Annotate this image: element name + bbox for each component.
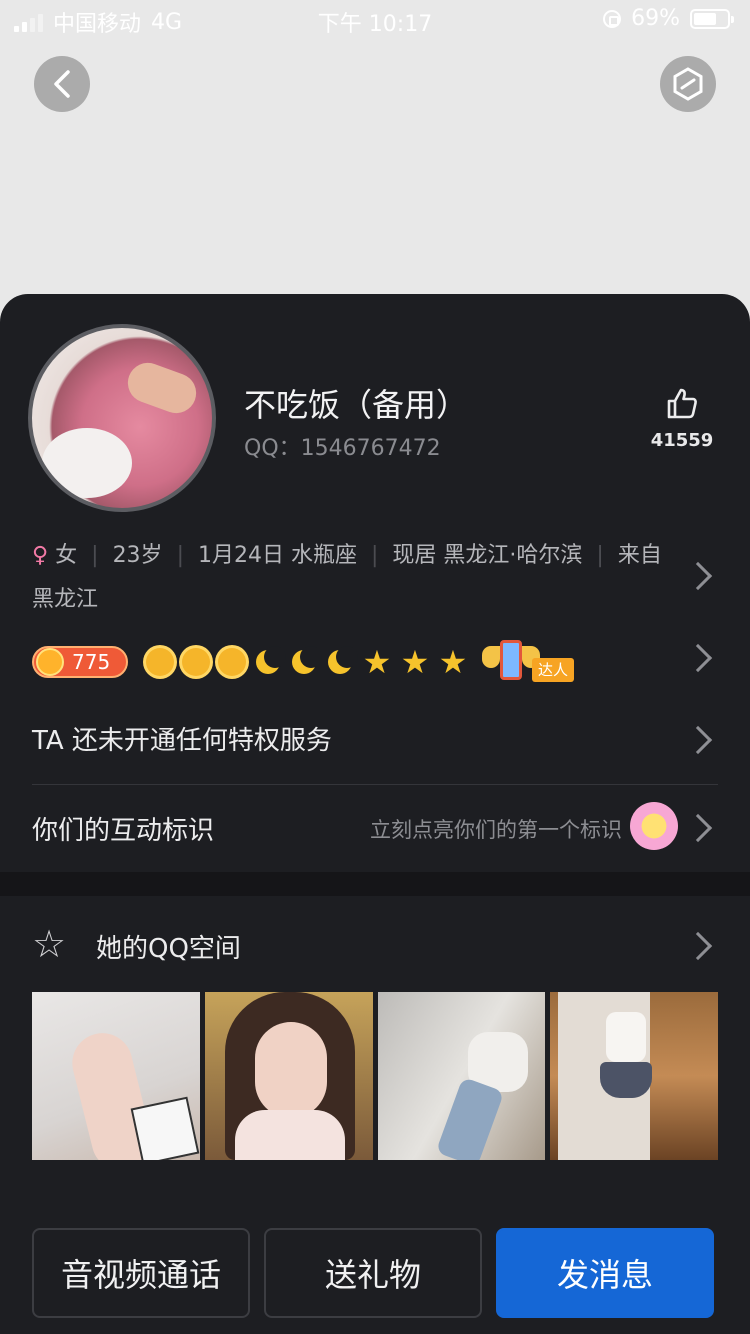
talent-badge: 达人 — [482, 640, 576, 684]
like-button[interactable]: 41559 — [650, 386, 714, 451]
divider: | — [370, 543, 379, 568]
battery-fill — [694, 12, 716, 25]
qq-number: QQ：1546767472 — [244, 436, 441, 461]
photo-detail — [234, 1110, 345, 1160]
privilege-row[interactable]: TA 还未开通任何特权服务 — [32, 698, 718, 778]
qzone-star-icon: ☆ — [32, 922, 67, 966]
star-icon: ★ — [362, 643, 392, 681]
meme-sticker — [130, 1096, 200, 1160]
interaction-label: 你们的互动标识 — [32, 816, 215, 846]
status-bar: 中国移动 4G 下午 10:17 69% — [0, 0, 750, 40]
back-button[interactable] — [34, 56, 90, 112]
chevron-left-icon — [54, 70, 70, 98]
like-count: 41559 — [650, 430, 714, 451]
rotation-lock-icon — [603, 9, 622, 28]
gender-text: 女 — [55, 543, 78, 568]
level-badge: 775 — [32, 646, 128, 678]
level-icons: ★ ★ ★ — [146, 643, 468, 681]
video-call-button[interactable]: 音视频通话 — [32, 1228, 250, 1318]
send-gift-button[interactable]: 送礼物 — [264, 1228, 482, 1318]
chevron-right-icon — [683, 561, 713, 591]
divider: | — [176, 543, 184, 568]
battery-icon — [690, 8, 734, 29]
chevron-right-icon — [683, 931, 713, 961]
female-icon: ♀ — [32, 543, 49, 568]
flame-icon — [36, 648, 64, 676]
qzone-photos — [32, 992, 718, 1160]
phone-icon — [500, 640, 522, 680]
avatar-shade — [42, 428, 132, 498]
more-options-button[interactable] — [660, 56, 716, 112]
status-right: 69% — [603, 6, 734, 31]
divider: | — [91, 543, 99, 568]
section-gap — [0, 872, 750, 896]
sun-icon — [146, 648, 174, 676]
nickname: 不吃饭（备用） — [244, 386, 469, 424]
interaction-hint: 立刻点亮你们的第一个标识 — [370, 818, 622, 842]
level-row[interactable]: 775 ★ ★ ★ 达人 — [32, 640, 692, 684]
moon-icon — [326, 646, 358, 676]
chevron-right-icon — [683, 725, 713, 755]
star-icon: ★ — [400, 643, 430, 681]
interaction-row[interactable]: 你们的互动标识 立刻点亮你们的第一个标识 — [32, 788, 718, 868]
action-bar: 音视频通话 送礼物 发消息 — [32, 1228, 714, 1318]
divider: | — [596, 543, 604, 568]
battery-percent: 69% — [631, 6, 680, 31]
sun-icon — [182, 648, 210, 676]
thumbs-up-icon — [667, 388, 697, 419]
level-number: 775 — [72, 650, 111, 674]
photo-detail — [435, 1076, 504, 1160]
basic-info-row[interactable]: ♀ 女 | 23岁 | 1月24日 水瓶座 | 现居 黑龙江·哈尔滨 | 来自 黑龙江 — [32, 534, 682, 622]
star-icon: ★ — [438, 643, 468, 681]
talent-tag: 达人 — [532, 658, 575, 682]
avatar[interactable] — [28, 324, 216, 512]
moon-icon — [290, 646, 322, 676]
hexagon-settings-icon — [673, 67, 703, 101]
photo-detail — [254, 1022, 327, 1118]
birthday-text: 1月24日 水瓶座 — [197, 543, 357, 568]
sun-icon — [218, 648, 246, 676]
wing-icon — [482, 646, 500, 668]
moon-icon — [254, 646, 286, 676]
qzone-photo[interactable] — [32, 992, 200, 1160]
qzone-photo[interactable] — [377, 992, 546, 1160]
age-text: 23岁 — [112, 543, 163, 568]
avatar-arm — [122, 357, 202, 419]
flower-icon — [630, 802, 678, 850]
qzone-photo[interactable] — [550, 992, 718, 1160]
qzone-row[interactable]: ☆ 她的QQ空间 — [32, 924, 718, 968]
row-divider — [32, 784, 718, 785]
privilege-label: TA 还未开通任何特权服务 — [32, 726, 332, 756]
residence-text: 现居 黑龙江·哈尔滨 — [392, 543, 583, 568]
qzone-title: 她的QQ空间 — [96, 934, 241, 964]
photo-detail — [606, 1012, 647, 1062]
qzone-photo[interactable] — [204, 992, 373, 1160]
profile-card: 不吃饭（备用） QQ：1546767472 41559 ♀ 女 | 23岁 | 1月24… — [0, 294, 750, 1334]
chevron-right-icon — [683, 813, 713, 843]
send-message-button[interactable]: 发消息 — [496, 1228, 714, 1318]
photo-detail — [600, 1062, 653, 1098]
